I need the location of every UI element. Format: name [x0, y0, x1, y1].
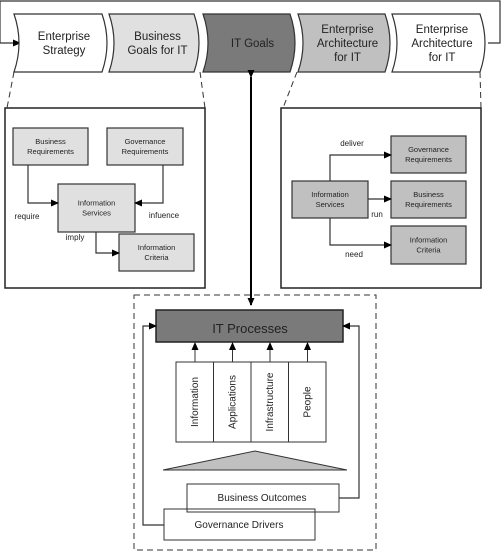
information-criteria-right-label-line: Information: [410, 236, 448, 245]
imply-label: imply: [66, 233, 85, 242]
chevron-label-line: Enterprise: [38, 31, 90, 43]
information-services-label-line: Services: [82, 209, 111, 218]
chevron-label-line: IT Goals: [231, 38, 274, 50]
chevron-0: Enterprise Strategy: [13, 13, 108, 73]
business-requirements-label-line: Requirements: [27, 147, 74, 156]
information-criteria: Information Criteria: [118, 233, 195, 272]
information-criteria-label-line: Criteria: [144, 253, 169, 262]
deliver-label: deliver: [340, 139, 364, 148]
influence-label: infuence: [149, 211, 180, 220]
chevron-label-line: Strategy: [43, 45, 86, 57]
information-services-right-label-line: Information: [311, 190, 349, 199]
governance-drivers: Governance Drivers: [163, 508, 316, 541]
resource-2: Infrastructure: [250, 342, 289, 443]
information-services-label: Information Services: [78, 199, 116, 218]
information-services-right-label: Information Services: [311, 190, 349, 209]
resource-3: People: [288, 342, 327, 443]
need-label: need: [345, 250, 363, 259]
chevron-label: IT Goals: [231, 38, 274, 50]
governance-requirements-label-line: Requirements: [122, 147, 169, 156]
chevron-label-line: Architecture: [317, 38, 378, 50]
business-requirements-label-line: Business: [35, 137, 66, 146]
business-outcomes-label: Business Outcomes: [218, 493, 307, 504]
governance-requirements: Governance Requirements: [106, 127, 184, 166]
resource-label: Information: [190, 377, 201, 427]
resource-1: Applications: [213, 342, 252, 443]
chevron-4: Enterprise Architecture for IT: [391, 13, 486, 73]
governance-requirements-right-label-line: Requirements: [405, 155, 452, 164]
information-services: Information Services: [57, 183, 136, 233]
governance-requirements-right-label: Governance Requirements: [405, 145, 452, 164]
business-outcomes-arrow: [339, 322, 360, 499]
chevron-label-line: Goals for IT: [127, 45, 187, 57]
chevron-1: Business Goals for IT: [108, 13, 200, 73]
it-governance-diagram: Enterprise Strategy Business Goals for IT IT…: [0, 0, 501, 551]
chevron-label-line: Enterprise: [321, 24, 373, 36]
resource-label: Applications: [228, 375, 239, 429]
run-label: run: [371, 210, 383, 219]
governance-drivers-label: Governance Drivers: [195, 520, 284, 531]
governance-requirements-label-line: Governance: [125, 137, 166, 146]
chevron-label-line: Business: [134, 31, 181, 43]
chevron-label-line: for IT: [429, 52, 456, 64]
business-requirements-right-label-line: Business: [413, 190, 444, 199]
resource-0: Information: [175, 342, 214, 443]
it-processes-label: IT Processes: [212, 321, 288, 336]
chevron-label-line: Architecture: [411, 38, 472, 50]
foundation-triangle: [162, 450, 348, 471]
business-outcomes: Business Outcomes: [186, 483, 340, 513]
information-criteria-right-label-line: Criteria: [416, 246, 441, 255]
information-criteria-label-line: Information: [138, 243, 176, 252]
require-label: require: [15, 212, 40, 221]
resource-label: Infrastructure: [265, 372, 276, 431]
governance-requirements-right-label-line: Governance: [408, 145, 449, 154]
chevron-3: Enterprise Architecture for IT: [297, 13, 391, 73]
business-requirements-right: Business Requirements: [390, 180, 467, 219]
chevron-label-line: for IT: [334, 52, 361, 64]
governance-requirements-label: Governance Requirements: [122, 137, 169, 156]
information-services-right-label-line: Services: [316, 200, 345, 209]
business-requirements: Business Requirements: [12, 127, 89, 166]
it-processes: IT Processes: [155, 309, 344, 343]
information-criteria-right: Information Criteria: [390, 225, 467, 265]
governance-requirements-right: Governance Requirements: [390, 135, 467, 174]
business-requirements-right-label-line: Requirements: [405, 200, 452, 209]
resource-label: People: [303, 386, 314, 418]
dashed-connectors: [6, 71, 482, 109]
chevron-label-line: Enterprise: [416, 24, 468, 36]
governance-drivers-arrow: [142, 322, 164, 526]
information-services-right: Information Services: [291, 180, 369, 219]
information-services-label-line: Information: [78, 199, 116, 208]
chevron-2: IT Goals: [202, 13, 296, 73]
